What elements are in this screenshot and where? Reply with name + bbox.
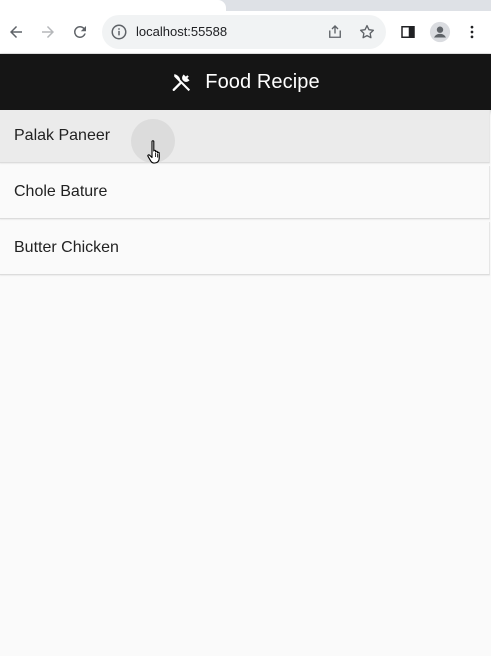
address-bar[interactable]: localhost:55588 <box>102 15 386 49</box>
kebab-menu-icon <box>470 25 474 39</box>
side-panel-icon <box>401 26 415 38</box>
back-button[interactable] <box>2 18 30 46</box>
recipe-item[interactable]: Palak Paneer <box>0 110 490 163</box>
recipe-list: Palak Paneer Chole Bature Butter Chicken <box>0 110 491 278</box>
profile-icon <box>429 21 451 43</box>
inactive-tab[interactable] <box>229 0 491 11</box>
reload-button[interactable] <box>66 18 94 46</box>
recipe-name: Chole Bature <box>14 183 108 200</box>
forward-arrow-icon <box>42 26 54 38</box>
recipe-name: Butter Chicken <box>14 239 119 256</box>
info-icon[interactable] <box>110 23 128 41</box>
browser-toolbar: localhost:55588 <box>0 11 491 54</box>
url-text[interactable]: localhost:55588 <box>136 24 227 40</box>
menu-button[interactable] <box>458 18 486 46</box>
reload-icon <box>73 25 86 38</box>
hand-cursor-icon <box>147 140 160 164</box>
recipe-name: Palak Paneer <box>14 127 111 144</box>
recipe-item[interactable]: Chole Bature <box>0 166 490 219</box>
tab-strip <box>0 0 491 11</box>
fork-knife-icon <box>171 71 193 93</box>
recipe-item[interactable]: Butter Chicken <box>0 222 490 275</box>
app-title: Food Recipe <box>205 70 320 93</box>
app-bar: Food Recipe <box>0 54 491 110</box>
side-panel-button[interactable] <box>394 18 422 46</box>
share-icon[interactable] <box>326 23 346 43</box>
active-tab[interactable] <box>0 0 226 11</box>
star-icon[interactable] <box>358 23 378 43</box>
forward-button[interactable] <box>34 18 62 46</box>
back-arrow-icon <box>10 26 22 38</box>
profile-button[interactable] <box>426 18 454 46</box>
